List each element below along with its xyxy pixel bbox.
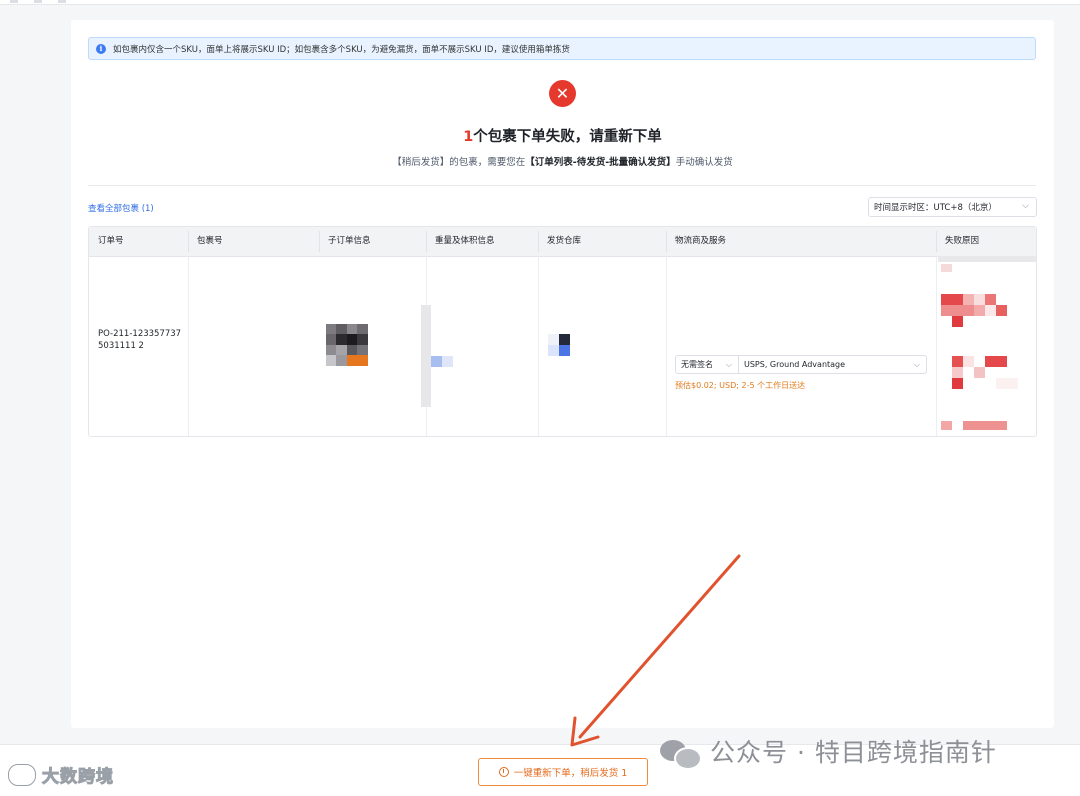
brand-logo-icon: [8, 763, 36, 786]
wechat-icon: [660, 734, 702, 770]
watermark-right: 公众号 · 特目跨境指南针: [660, 733, 997, 770]
watermark-left: 大数跨境: [8, 762, 114, 788]
annotation-arrow: [570, 554, 741, 747]
watermark-right-text: 公众号 · 特目跨境指南针: [710, 738, 997, 767]
watermark-left-text: 大数跨境: [42, 767, 114, 788]
